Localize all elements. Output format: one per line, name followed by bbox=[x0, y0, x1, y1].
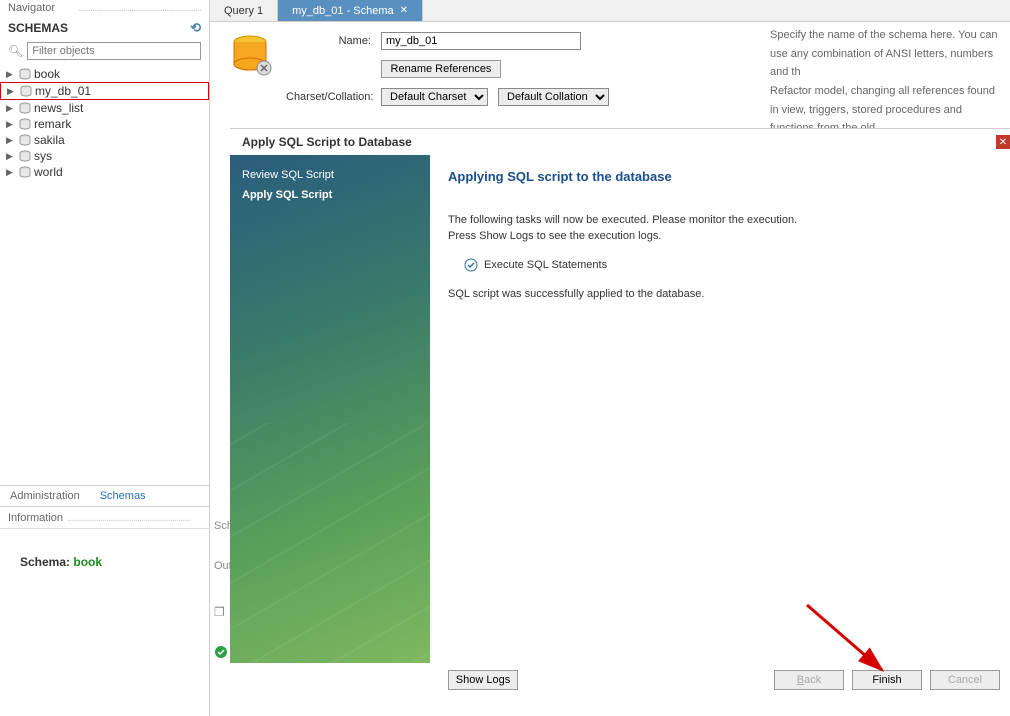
database-large-icon bbox=[228, 32, 276, 80]
database-icon bbox=[18, 134, 32, 146]
check-icon bbox=[464, 258, 478, 272]
wizard-steps: Review SQL Script Apply SQL Script bbox=[230, 155, 430, 663]
schema-info: Schema: book bbox=[20, 555, 102, 569]
expand-icon[interactable]: ▶ bbox=[6, 119, 16, 130]
name-row: Name: bbox=[286, 32, 609, 50]
database-icon bbox=[18, 166, 32, 178]
schemas-header: SCHEMAS ⟲ bbox=[0, 16, 209, 40]
expand-icon[interactable]: ▶ bbox=[7, 86, 17, 97]
filter-row: 🔍︎ bbox=[0, 40, 209, 64]
dialog-title: Apply SQL Script to Database bbox=[230, 129, 1010, 155]
schema-item-mydb01[interactable]: ▶ my_db_01 bbox=[0, 82, 209, 100]
success-text: SQL script was successfully applied to t… bbox=[448, 288, 992, 300]
navigator-title-text: Navigator bbox=[8, 2, 55, 14]
dialog-content: Applying SQL script to the database The … bbox=[430, 155, 1010, 663]
dialog-text: The following tasks will now be executed… bbox=[448, 214, 992, 226]
charset-label: Charset/Collation: bbox=[286, 91, 371, 103]
schema-label: sys bbox=[34, 149, 52, 163]
dialog-heading: Applying SQL script to the database bbox=[448, 169, 992, 184]
schema-item-remark[interactable]: ▶ remark bbox=[0, 116, 209, 132]
desc-line: Specify the name of the schema here. You… bbox=[770, 26, 1004, 82]
schema-item-book[interactable]: ▶ book bbox=[0, 66, 209, 82]
schema-item-sys[interactable]: ▶ sys bbox=[0, 148, 209, 164]
schemas-title: SCHEMAS bbox=[8, 21, 68, 35]
name-label: Name: bbox=[286, 35, 371, 47]
refresh-icon[interactable]: ⟲ bbox=[190, 20, 201, 36]
expand-icon[interactable]: ▶ bbox=[6, 69, 16, 80]
schema-label: remark bbox=[34, 117, 71, 131]
tab-schema-editor[interactable]: my_db_01 - Schema ✕ bbox=[278, 0, 423, 21]
exec-status-row: Execute SQL Statements bbox=[464, 258, 992, 272]
cancel-button[interactable]: Cancel bbox=[930, 670, 1000, 690]
schema-label: world bbox=[34, 165, 63, 179]
close-icon[interactable]: ✕ bbox=[996, 135, 1010, 149]
schema-name-input[interactable] bbox=[381, 32, 581, 50]
expand-icon[interactable]: ▶ bbox=[6, 135, 16, 146]
wizard-step-apply[interactable]: Apply SQL Script bbox=[242, 185, 418, 205]
information-header: Information bbox=[0, 508, 210, 529]
tab-schemas[interactable]: Schemas bbox=[90, 486, 156, 506]
expand-icon[interactable]: ▶ bbox=[6, 151, 16, 162]
schema-item-sakila[interactable]: ▶ sakila bbox=[0, 132, 209, 148]
tab-query1[interactable]: Query 1 bbox=[210, 0, 278, 21]
rename-references-button[interactable]: Rename References bbox=[381, 60, 501, 78]
schema-label: news_list bbox=[34, 101, 83, 115]
finish-button[interactable]: Finish bbox=[852, 670, 922, 690]
schema-item-world[interactable]: ▶ world bbox=[0, 164, 209, 180]
search-icon: 🔍︎ bbox=[8, 44, 23, 58]
navigator-subtabs: Administration Schemas bbox=[0, 485, 210, 507]
schema-info-label: Schema: bbox=[20, 555, 70, 569]
exec-label: Execute SQL Statements bbox=[484, 259, 607, 271]
navigator-panel: Navigator SCHEMAS ⟲ 🔍︎ ▶ book ▶ my_db_01… bbox=[0, 0, 210, 716]
database-icon bbox=[18, 102, 32, 114]
apply-script-dialog: Apply SQL Script to Database ✕ Review SQ… bbox=[230, 128, 1010, 700]
dialog-footer: BBackack Finish Cancel bbox=[448, 670, 1000, 690]
close-icon[interactable]: ✕ bbox=[400, 5, 408, 16]
schema-info-value: book bbox=[73, 555, 102, 569]
dialog-text: Press Show Logs to see the execution log… bbox=[448, 230, 992, 242]
success-dot-icon bbox=[214, 645, 228, 659]
stack-icon: ❐ bbox=[214, 605, 225, 619]
expand-icon[interactable]: ▶ bbox=[6, 167, 16, 178]
collation-select[interactable]: Default Collation bbox=[498, 88, 609, 106]
schema-tree: ▶ book ▶ my_db_01 ▶ news_list ▶ remark ▶… bbox=[0, 64, 209, 182]
rename-row: Rename References bbox=[286, 60, 609, 78]
back-button[interactable]: BBackack bbox=[774, 670, 844, 690]
expand-icon[interactable]: ▶ bbox=[6, 103, 16, 114]
schema-item-newslist[interactable]: ▶ news_list bbox=[0, 100, 209, 116]
database-icon bbox=[18, 150, 32, 162]
schema-label: my_db_01 bbox=[35, 84, 91, 98]
charset-select[interactable]: Default Charset bbox=[381, 88, 488, 106]
editor-tabs: Query 1 my_db_01 - Schema ✕ bbox=[210, 0, 1010, 22]
information-title: Information bbox=[8, 512, 63, 524]
database-icon bbox=[18, 68, 32, 80]
database-icon bbox=[19, 85, 33, 97]
database-icon bbox=[18, 118, 32, 130]
wizard-step-review[interactable]: Review SQL Script bbox=[242, 165, 418, 185]
navigator-title: Navigator bbox=[0, 0, 209, 16]
schema-label: sakila bbox=[34, 133, 65, 147]
tab-administration[interactable]: Administration bbox=[0, 486, 90, 506]
schema-label: book bbox=[34, 67, 60, 81]
filter-input[interactable] bbox=[27, 42, 201, 60]
charset-row: Charset/Collation: Default Charset Defau… bbox=[286, 88, 609, 106]
